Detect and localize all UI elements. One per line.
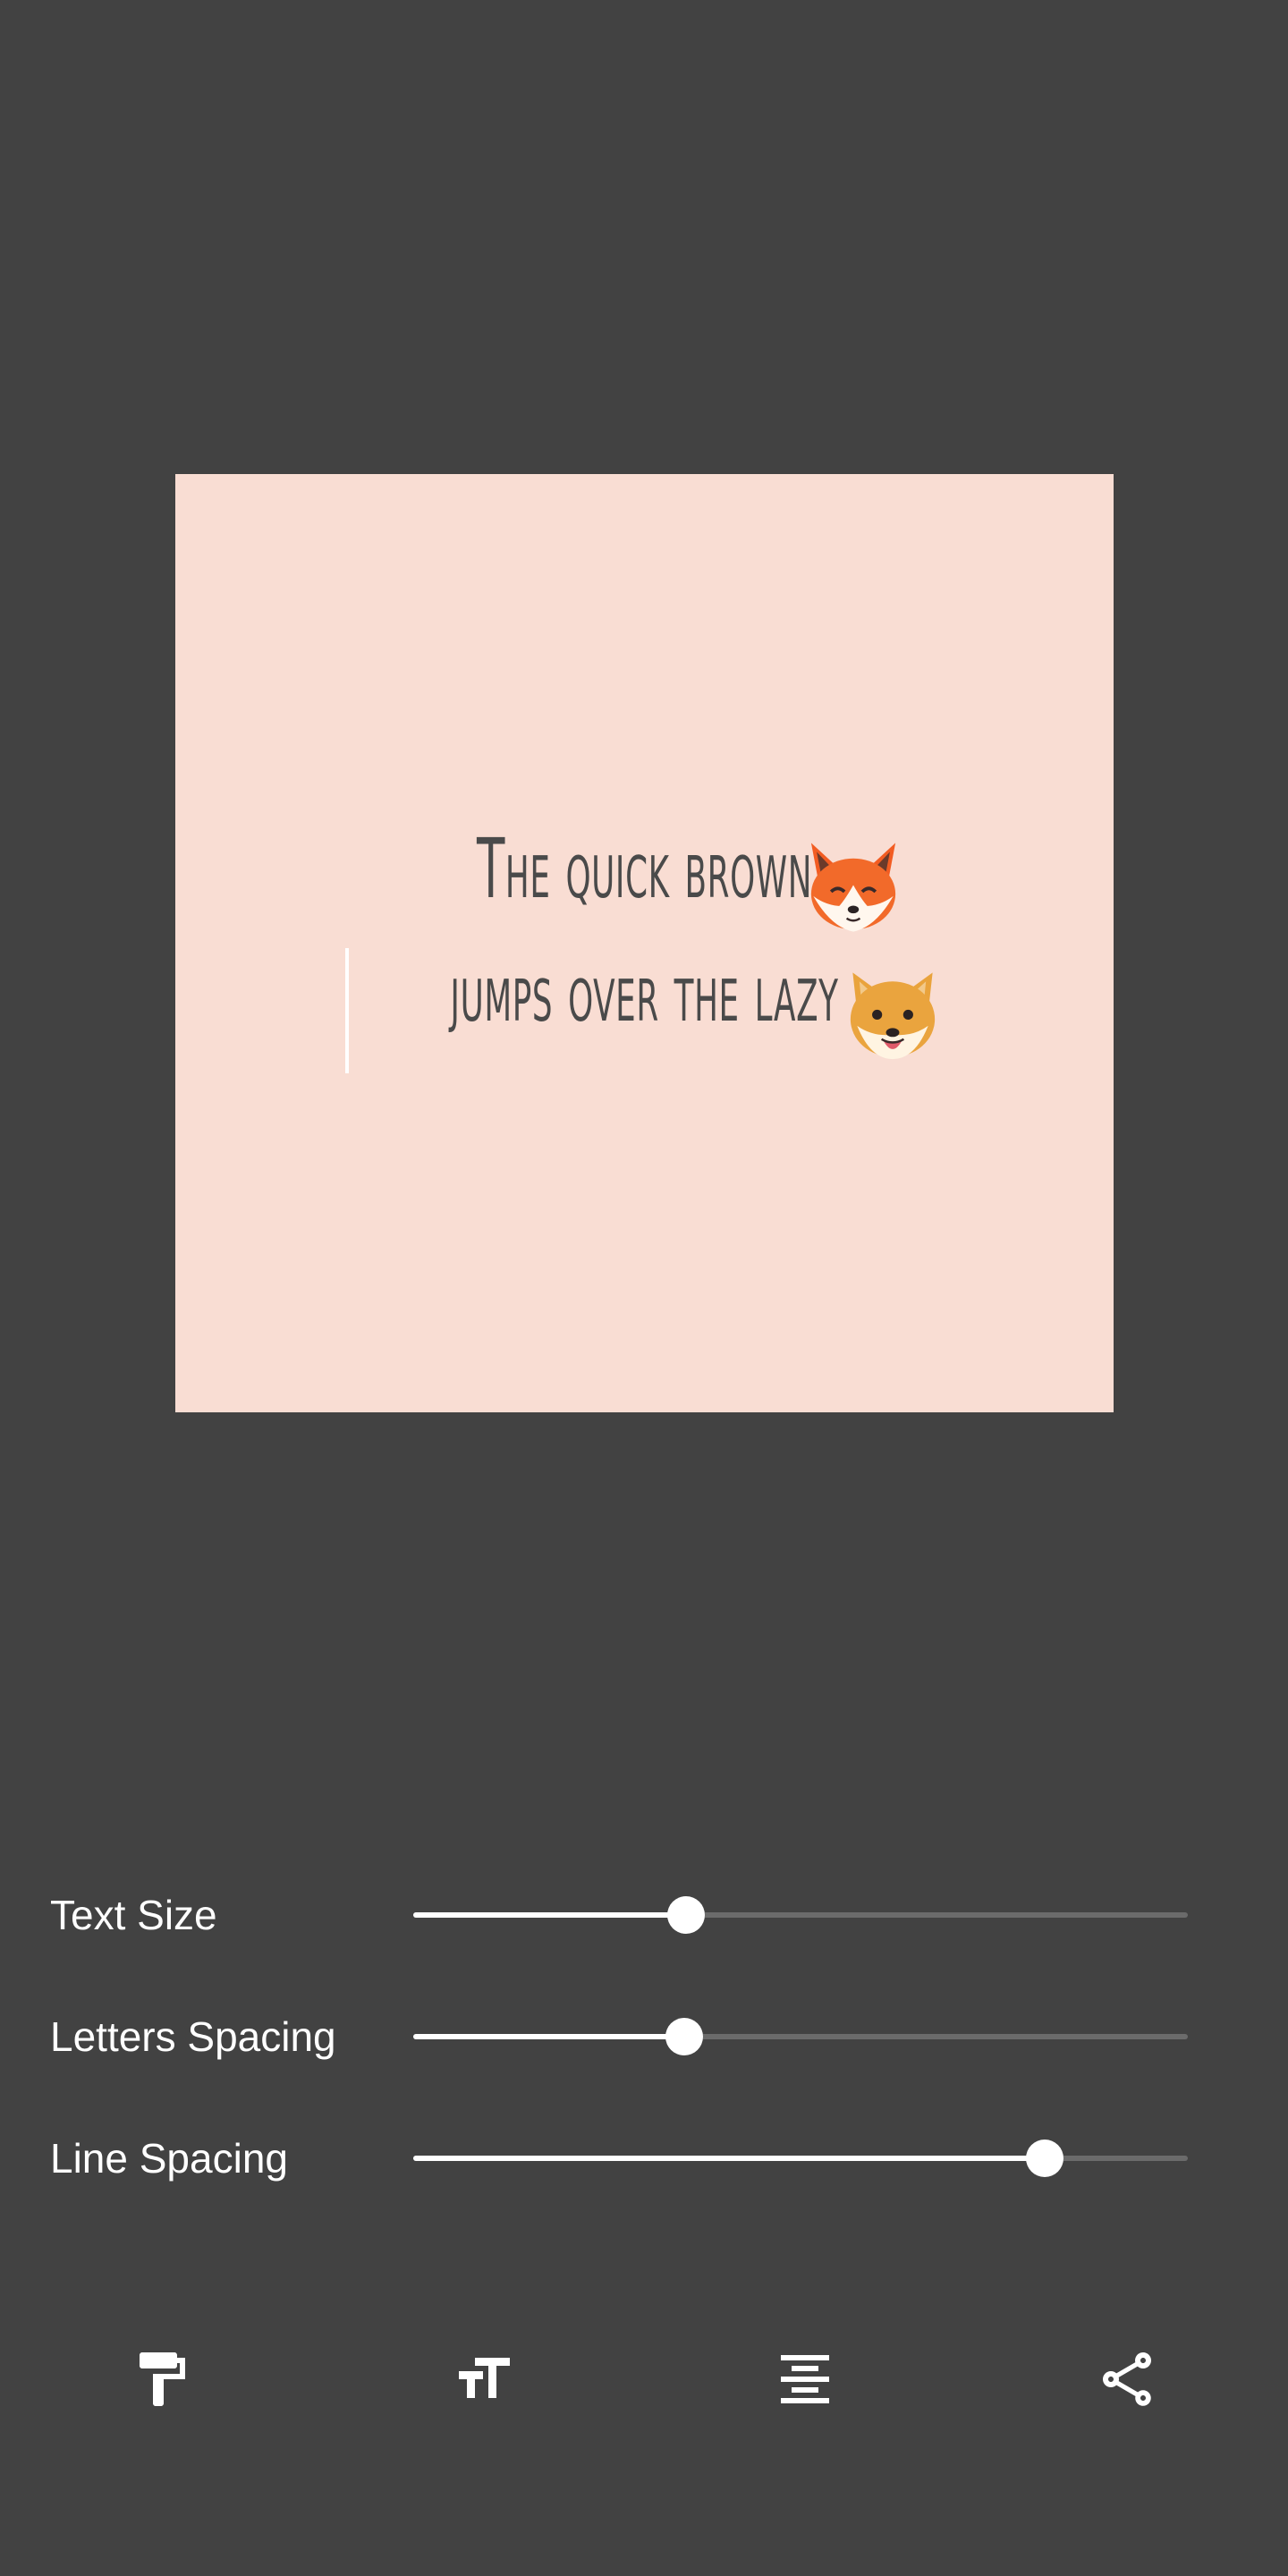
text-size-slider[interactable] [413,1896,1188,1934]
text-editor-screen: The quick brown jumps over the lazy Text… [0,0,1288,2576]
text-size-icon [459,2358,510,2398]
letters-spacing-slider-thumb[interactable] [665,2018,703,2055]
line-spacing-slider[interactable] [413,2140,1188,2177]
share-button[interactable] [1073,2326,1181,2433]
align-center-icon [781,2355,829,2403]
caption-text[interactable]: The quick brown jumps over the lazy [175,474,1114,1412]
line-spacing-label: Line Spacing [50,2135,288,2182]
text-size-button[interactable] [429,2326,537,2433]
bottom-toolbar [0,2326,1288,2433]
paint-roller-icon [140,2352,185,2406]
letters-spacing-label: Letters Spacing [50,2013,336,2060]
line-spacing-slider-thumb[interactable] [1026,2140,1063,2177]
alignment-button[interactable] [751,2326,859,2433]
line-spacing-slider-fill [413,2156,1045,2161]
line-spacing-row: Line Spacing [0,2122,1288,2193]
fox-face-icon [810,843,896,932]
letters-spacing-slider-fill [413,2034,684,2039]
share-icon [1103,2352,1151,2406]
text-size-slider-fill [413,1912,686,1918]
letters-spacing-slider[interactable] [413,2018,1188,2055]
text-canvas[interactable]: The quick brown jumps over the lazy [175,474,1114,1412]
text-size-slider-thumb[interactable] [667,1896,705,1934]
text-size-label: Text Size [50,1892,217,1938]
dog-face-icon [850,972,936,1060]
style-button[interactable] [107,2326,215,2433]
letters-spacing-row: Letters Spacing [0,2000,1288,2072]
text-cursor [345,948,349,1073]
text-size-row: Text Size [0,1878,1288,1950]
